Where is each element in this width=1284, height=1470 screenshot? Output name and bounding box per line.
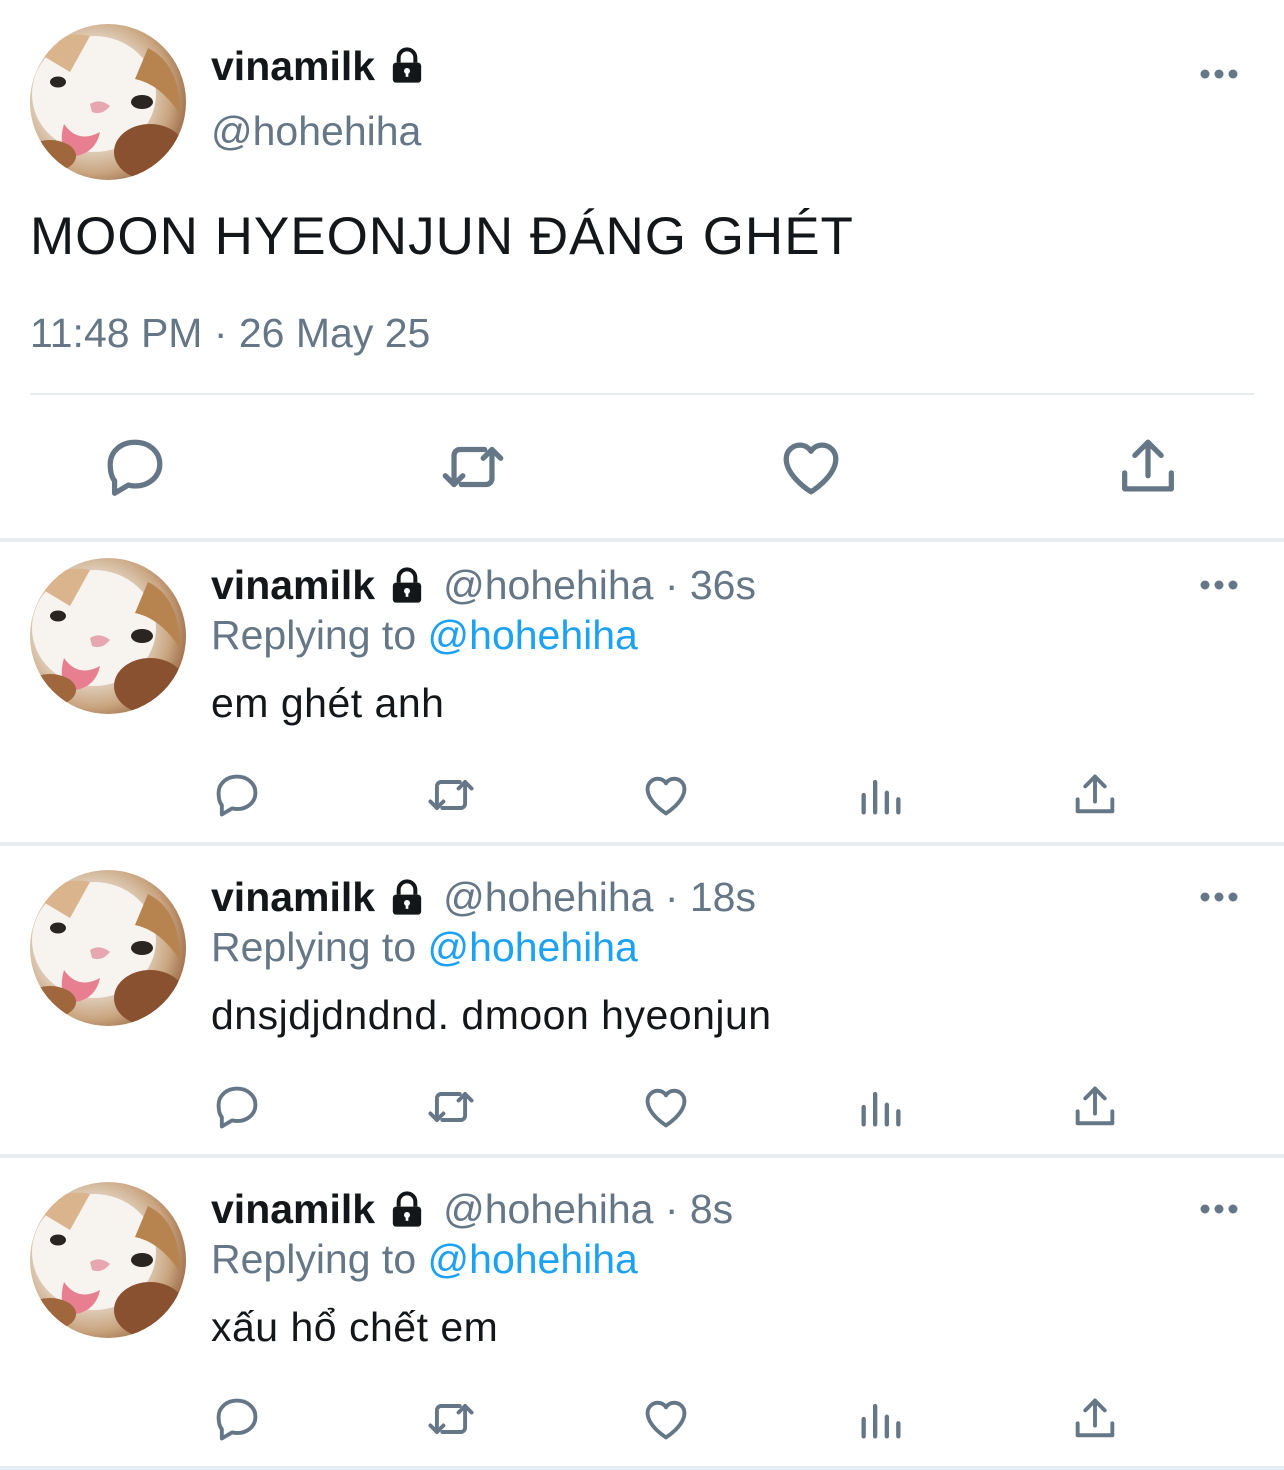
main-tweet-header: vinamilk [211,38,427,94]
mention-link[interactable]: @hohehiha [428,1236,638,1282]
handle-and-time: @hohehiha · 36s [443,562,756,608]
section-divider [0,1154,1284,1158]
replying-prefix: Replying to [211,924,428,970]
mention-link[interactable]: @hohehiha [428,612,638,658]
tweet-timestamp[interactable]: 11:48 PM · 26 May 25 [30,310,430,357]
retweet-icon [425,1081,477,1133]
reply-header: vinamilk @hohehiha · 36s [211,562,756,609]
main-tweet: vinamilk @hohehiha MOON HYEONJUN ĐÁNG GH… [0,0,1284,540]
mention-link[interactable]: @hohehiha [428,924,638,970]
reply-tweet[interactable]: vinamilk @hohehiha · 36s Replying to @ho… [0,540,1284,852]
replying-prefix: Replying to [211,612,428,658]
retweet-button[interactable] [425,769,477,821]
retweet-icon [425,1393,477,1445]
more-icon[interactable] [1198,890,1240,904]
retweet-icon [438,432,508,502]
replying-to: Replying to @hohehiha [211,1236,638,1283]
like-icon [640,1081,692,1133]
reply-icon [211,1393,263,1445]
display-name[interactable]: vinamilk [211,562,375,609]
reply-button[interactable] [211,769,263,821]
section-divider [0,1466,1284,1470]
reply-icon [211,1081,263,1133]
more-icon[interactable] [1198,578,1240,592]
lock-icon [387,566,427,606]
lock-icon [387,878,427,918]
cat-avatar-image [30,870,186,1026]
section-divider [0,842,1284,846]
reply-icon [211,769,263,821]
retweet-button[interactable] [425,1081,477,1133]
share-icon [1069,1393,1121,1445]
analytics-icon [855,1081,907,1133]
retweet-button[interactable] [438,432,508,502]
display-name[interactable]: vinamilk [211,43,375,90]
display-name[interactable]: vinamilk [211,874,375,921]
handle-and-time: @hohehiha · 8s [443,1186,734,1232]
like-button[interactable] [776,432,846,502]
like-button[interactable] [640,1393,692,1445]
share-icon [1069,1081,1121,1133]
analytics-button[interactable] [855,1393,907,1445]
reply-icon [100,432,170,502]
lock-icon [387,1190,427,1230]
cat-avatar-image [30,1182,186,1338]
share-icon [1069,769,1121,821]
cat-avatar-image [30,24,186,180]
user-handle[interactable]: @hohehiha [211,108,421,155]
like-button[interactable] [640,1081,692,1133]
analytics-icon [855,769,907,821]
replying-to: Replying to @hohehiha [211,924,638,971]
avatar[interactable] [30,1182,186,1338]
analytics-button[interactable] [855,769,907,821]
tweet-text: MOON HYEONJUN ĐÁNG GHÉT [30,207,854,266]
retweet-button[interactable] [425,1393,477,1445]
share-button[interactable] [1113,432,1183,502]
share-button[interactable] [1069,769,1121,821]
replying-to: Replying to @hohehiha [211,612,638,659]
share-button[interactable] [1069,1081,1121,1133]
replying-prefix: Replying to [211,1236,428,1282]
divider [30,393,1254,395]
reply-button[interactable] [211,1081,263,1133]
retweet-icon [425,769,477,821]
like-icon [640,1393,692,1445]
lock-icon [387,46,427,86]
reply-tweet[interactable]: vinamilk @hohehiha · 8s Replying to @hoh… [0,1164,1284,1470]
reply-header: vinamilk @hohehiha · 8s [211,1186,733,1233]
reply-header: vinamilk @hohehiha · 18s [211,874,756,921]
reply-button[interactable] [211,1393,263,1445]
avatar[interactable] [30,558,186,714]
share-icon [1113,432,1183,502]
cat-avatar-image [30,558,186,714]
more-icon[interactable] [1198,1202,1240,1216]
like-icon [776,432,846,502]
more-icon[interactable] [1198,67,1240,81]
share-button[interactable] [1069,1393,1121,1445]
analytics-icon [855,1393,907,1445]
analytics-button[interactable] [855,1081,907,1133]
avatar[interactable] [30,870,186,1026]
like-icon [640,769,692,821]
tweet-text: dnsjdjdndnd. dmoon hyeonjun [211,992,772,1038]
handle-and-time: @hohehiha · 18s [443,874,756,920]
display-name[interactable]: vinamilk [211,1186,375,1233]
tweet-text: em ghét anh [211,680,445,726]
avatar[interactable] [30,24,186,180]
tweet-text: xấu hổ chết em [211,1304,499,1350]
like-button[interactable] [640,769,692,821]
reply-button[interactable] [100,432,170,502]
reply-tweet[interactable]: vinamilk @hohehiha · 18s Replying to @ho… [0,852,1284,1164]
